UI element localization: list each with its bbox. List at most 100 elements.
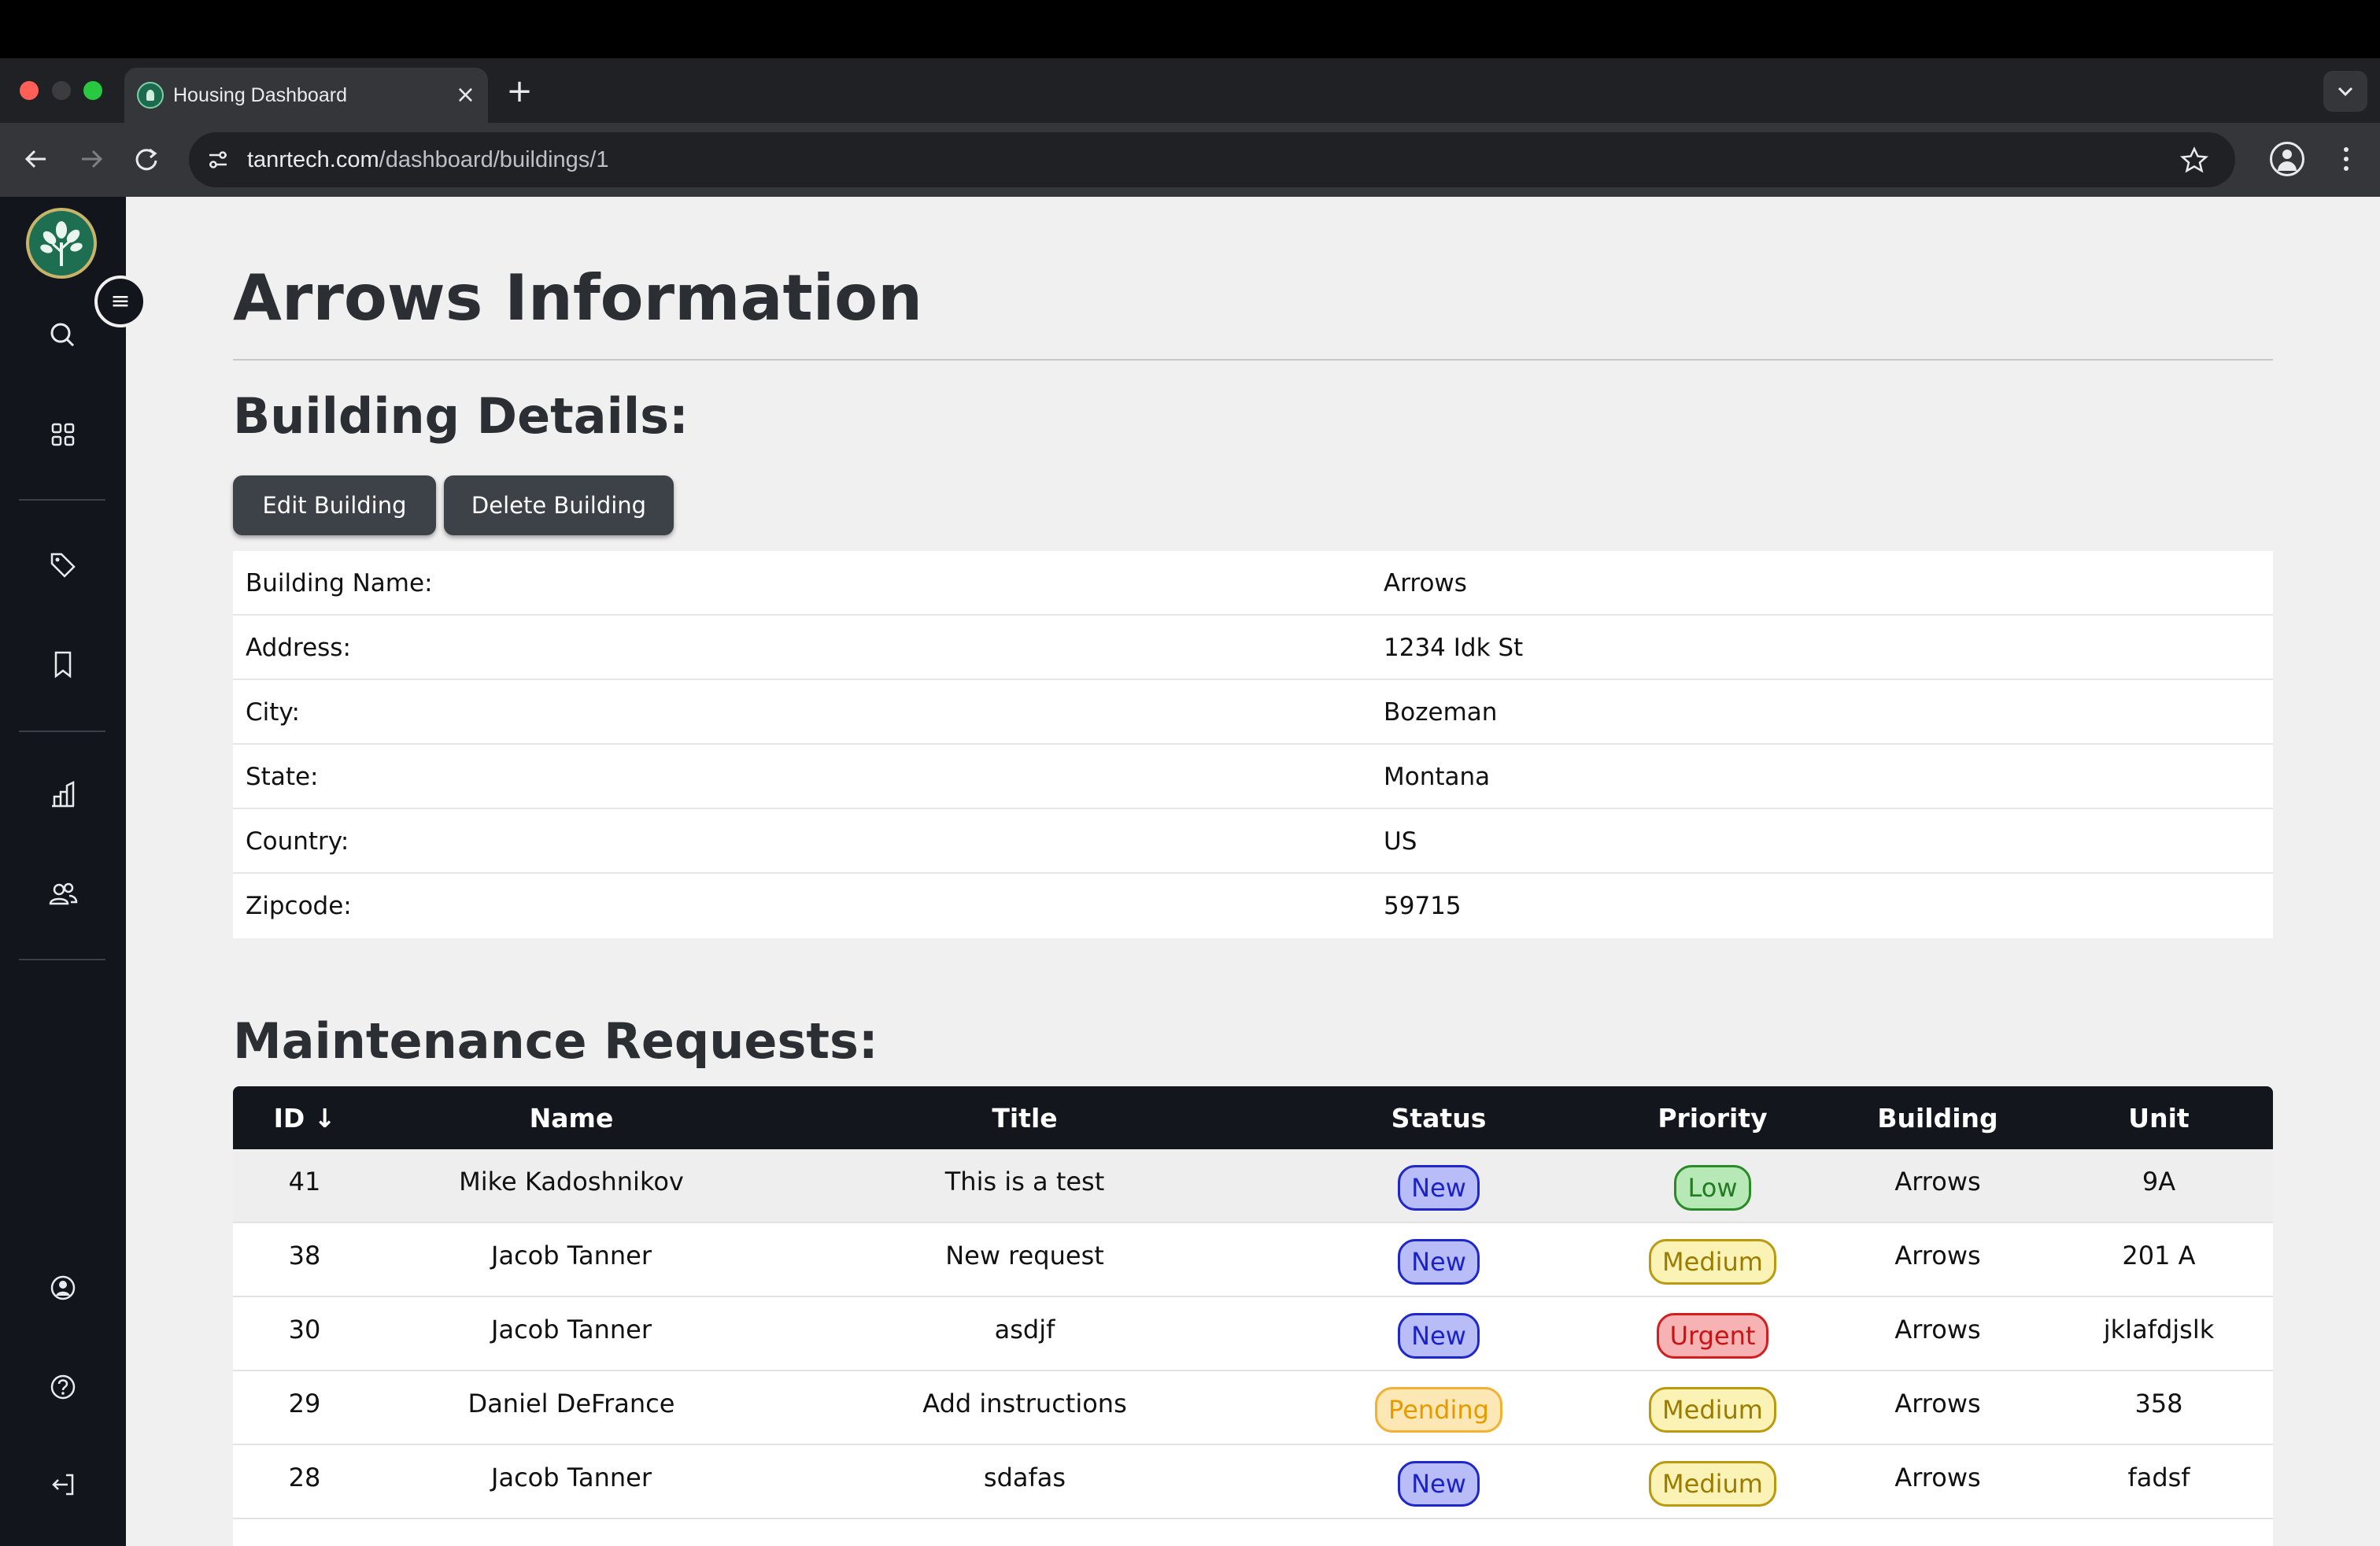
priority-badge: Medium: [1649, 1387, 1776, 1433]
cell-status: New: [1283, 1445, 1595, 1518]
cell-id: 28: [288, 1463, 321, 1492]
bookmark-star-icon[interactable]: [2179, 132, 2210, 206]
cell-id: 29: [288, 1389, 321, 1418]
delete-building-button[interactable]: Delete Building: [444, 475, 674, 535]
cell-unit: 201 A: [2122, 1241, 2196, 1270]
table-row[interactable]: 29 Daniel DeFrance Add instructions Pend…: [233, 1371, 2273, 1445]
details-row: Country: US: [233, 809, 2273, 874]
chevron-down-icon: [2338, 87, 2353, 97]
new-tab-button[interactable]: +: [504, 68, 535, 115]
tab-close-icon[interactable]: ×: [456, 68, 475, 123]
logout-icon[interactable]: [39, 1461, 87, 1508]
column-header-id[interactable]: ID ↓: [233, 1086, 376, 1149]
details-label: State:: [246, 763, 319, 791]
cell-building: Arrows: [1894, 1389, 1981, 1418]
reload-button[interactable]: [126, 139, 167, 179]
url-path: /dashboard/buildings/1: [379, 147, 609, 172]
arrow-right-icon: [82, 150, 103, 168]
cell-status: New: [1283, 1223, 1595, 1296]
title-divider: [233, 359, 2273, 361]
details-row: City: Bozeman: [233, 680, 2273, 745]
account-icon[interactable]: [39, 1264, 87, 1311]
browser-tab[interactable]: Housing Dashboard ×: [124, 68, 488, 123]
tab-search-button[interactable]: [2323, 71, 2367, 112]
dashboard-grid-icon[interactable]: [39, 411, 87, 458]
sidebar-divider: [19, 959, 105, 960]
page-viewport: ≡ Arrows Information Building Details: E…: [0, 197, 2380, 1546]
cell-building: Arrows: [1894, 1167, 1981, 1196]
column-header-priority[interactable]: Priority: [1595, 1086, 1831, 1149]
cell-priority: Medium: [1595, 1223, 1831, 1296]
cell-name: Mike Kadoshnikov: [459, 1167, 684, 1196]
address-bar[interactable]: tanrtech.com/dashboard/buildings/1: [189, 132, 2235, 187]
status-badge: New: [1398, 1461, 1480, 1507]
browser-menu-icon[interactable]: [2334, 139, 2358, 179]
column-header-name[interactable]: Name: [376, 1086, 767, 1149]
cell-title: asdjf: [994, 1315, 1055, 1344]
details-row: State: Montana: [233, 745, 2273, 809]
reload-icon: [135, 148, 157, 171]
cell-id: 38: [288, 1241, 321, 1270]
site-info-icon[interactable]: [203, 145, 233, 175]
details-label: City:: [246, 698, 300, 727]
back-button[interactable]: [16, 139, 57, 179]
sidebar-toggle-button[interactable]: ≡: [94, 276, 146, 327]
status-badge: New: [1398, 1165, 1480, 1211]
sidebar: [0, 197, 126, 1546]
cell-unit: jklafdjslk: [2103, 1315, 2215, 1344]
details-label: Country:: [246, 827, 349, 856]
cell-name: Jacob Tanner: [491, 1241, 652, 1270]
tab-favicon-icon: [137, 82, 164, 109]
cell-name: Jacob Tanner: [491, 1315, 652, 1344]
column-header-building[interactable]: Building: [1831, 1086, 2045, 1149]
details-value: Bozeman: [1384, 698, 1498, 727]
window-minimize-button[interactable]: [52, 81, 71, 100]
building-details-table: Building Name: Arrows Address: 1234 Idk …: [233, 551, 2273, 938]
building-details-heading: Building Details:: [233, 387, 689, 445]
cell-status: Pending: [1283, 1371, 1595, 1444]
page-title: Arrows Information: [233, 261, 923, 335]
cell-priority: Urgent: [1595, 1297, 1831, 1370]
search-icon[interactable]: [39, 312, 87, 359]
cell-title: Add instructions: [922, 1389, 1127, 1418]
column-header-status[interactable]: Status: [1283, 1086, 1595, 1149]
status-badge: Pending: [1375, 1387, 1502, 1433]
table-row[interactable]: 38 Jacob Tanner New request New Medium A…: [233, 1223, 2273, 1297]
priority-badge: Medium: [1649, 1461, 1776, 1507]
cell-priority: Medium: [1595, 1445, 1831, 1518]
cell-name: Jacob Tanner: [491, 1463, 652, 1492]
details-label: Zipcode:: [246, 892, 352, 920]
bookmark-icon[interactable]: [39, 641, 87, 688]
table-row[interactable]: 41 Mike Kadoshnikov This is a test New L…: [233, 1149, 2273, 1223]
table-row[interactable]: 28 Jacob Tanner sdafas New Medium Arrows…: [233, 1445, 2273, 1519]
cell-name: Daniel DeFrance: [468, 1389, 675, 1418]
url-text: tanrtech.com/dashboard/buildings/1: [247, 132, 608, 187]
window-zoom-button[interactable]: [83, 81, 102, 100]
column-header-unit[interactable]: Unit: [2045, 1086, 2273, 1149]
tags-icon[interactable]: [39, 542, 87, 589]
details-value: 59715: [1384, 892, 1462, 920]
status-badge: New: [1398, 1313, 1480, 1359]
cell-unit: 358: [2134, 1389, 2183, 1418]
help-icon[interactable]: [39, 1363, 87, 1411]
priority-badge: Medium: [1649, 1239, 1776, 1285]
cell-unit: 9A: [2142, 1167, 2176, 1196]
details-row: Address: 1234 Idk St: [233, 616, 2273, 680]
buildings-icon[interactable]: [39, 771, 87, 819]
status-badge: New: [1398, 1239, 1480, 1285]
details-row: Building Name: Arrows: [233, 551, 2273, 616]
window-close-button[interactable]: [20, 81, 39, 100]
table-row[interactable]: [233, 1519, 2273, 1546]
cell-building: Arrows: [1894, 1463, 1981, 1492]
maintenance-requests-heading: Maintenance Requests:: [233, 1012, 878, 1070]
cell-title: New request: [945, 1241, 1104, 1270]
users-icon[interactable]: [39, 871, 87, 918]
edit-building-button[interactable]: Edit Building: [233, 475, 436, 535]
forward-button[interactable]: [71, 139, 112, 179]
arrow-left-icon: [24, 150, 46, 168]
app-logo[interactable]: [26, 208, 97, 279]
details-value: Montana: [1384, 763, 1491, 791]
table-row[interactable]: 30 Jacob Tanner asdjf New Urgent Arrows …: [233, 1297, 2273, 1371]
column-header-title[interactable]: Title: [767, 1086, 1283, 1149]
profile-icon[interactable]: [2270, 142, 2304, 176]
